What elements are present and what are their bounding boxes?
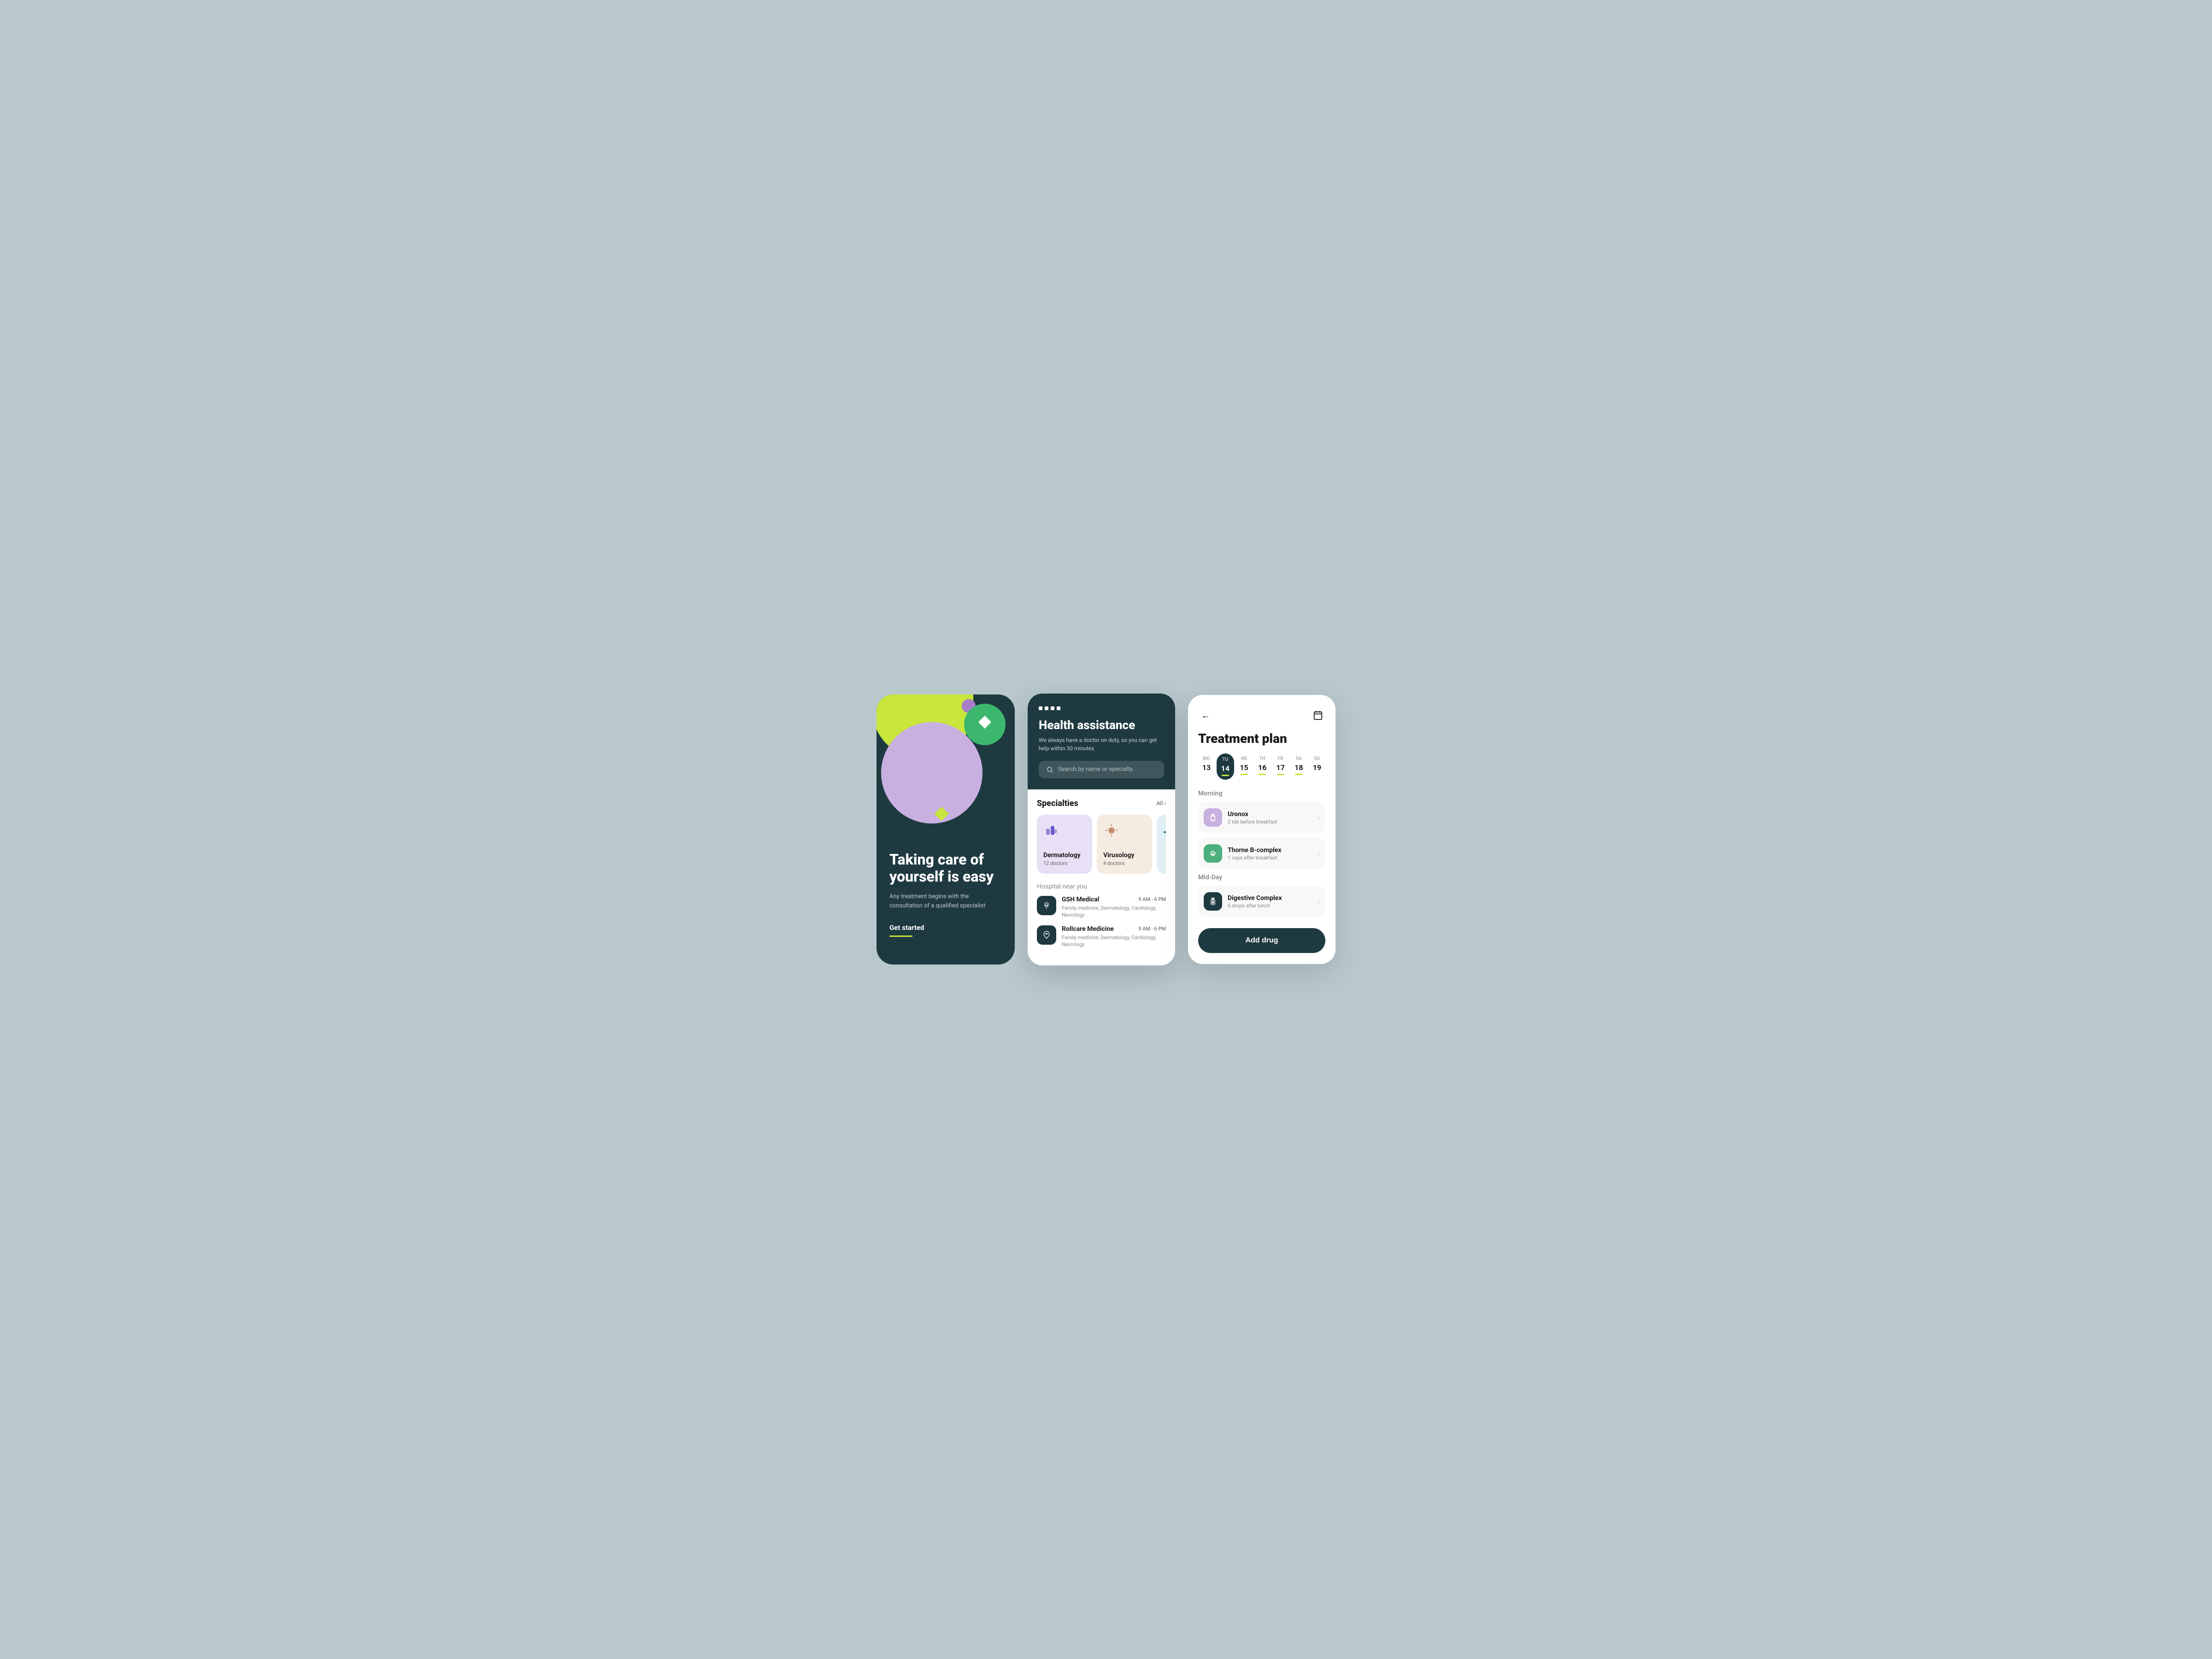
get-started-label: Get started [889, 924, 924, 932]
day-su-dot [1313, 774, 1321, 775]
digestive-name: Digestive Complex [1228, 894, 1312, 902]
gsh-hours: 9 AM - 6 PM [1138, 896, 1166, 902]
specialty-card-dermatology[interactable]: Dermatology 12 doctors [1037, 815, 1092, 874]
rollcare-name: Rollcare Medicine [1062, 925, 1114, 933]
specialty-card-partial[interactable]: ✚ [1157, 815, 1166, 874]
day-tu[interactable]: TU 14 [1217, 753, 1234, 780]
day-tu-dot [1222, 775, 1229, 776]
drug-card-thorne[interactable]: Thorne B-complex 1 caps after breakfast … [1198, 838, 1325, 869]
day-mo-dot [1203, 774, 1210, 775]
specialties-header: Specialties All › [1037, 799, 1166, 808]
dermatology-icon [1043, 822, 1060, 839]
specialties-list: Dermatology 12 doctors [1037, 815, 1166, 874]
day-sa[interactable]: SA 18 [1290, 753, 1307, 780]
gsh-name: GSH Medical [1062, 896, 1099, 903]
dot-1 [1039, 706, 1042, 710]
screen-treatment-plan: ← Treatment plan MO 13 TU 14 [1188, 695, 1335, 964]
virusology-icon [1103, 822, 1120, 839]
digestive-icon [1204, 892, 1222, 911]
dot-3 [1051, 706, 1054, 710]
thorne-chevron-icon: › [1318, 849, 1320, 858]
dot-2 [1045, 706, 1048, 710]
search-input: Search by name or specialty... [1058, 766, 1137, 773]
week-calendar: MO 13 TU 14 WE 15 TH 16 FR 17 [1198, 753, 1325, 780]
search-icon [1046, 766, 1053, 773]
screen-health-assistance: Health assistance We always have a docto… [1028, 694, 1175, 966]
back-button[interactable]: ← [1198, 708, 1213, 723]
digestive-info: Digestive Complex 6 drops after lunch [1228, 894, 1312, 909]
drug-card-digestive[interactable]: Digestive Complex 6 drops after lunch › [1198, 886, 1325, 917]
get-started-button[interactable]: Get started [889, 923, 1002, 937]
day-fr-dot [1277, 774, 1284, 775]
gsh-tags: Family medicine, Dermatology, Cardiology… [1062, 905, 1166, 919]
dermatology-name: Dermatology [1043, 852, 1086, 859]
rollcare-hospital-info: Rollcare Medicine 9 AM - 6 PM Family med… [1062, 925, 1166, 948]
morning-section-label: Morning [1198, 790, 1325, 797]
day-th-dot [1259, 774, 1266, 775]
thorne-info: Thorne B-complex 1 caps after breakfast [1228, 847, 1312, 861]
get-started-underline [889, 935, 912, 937]
app-dots-icon [1039, 706, 1164, 710]
gsh-name-row: GSH Medical 9 AM - 6 PM [1062, 896, 1166, 903]
rollcare-hours: 9 AM - 6 PM [1138, 926, 1166, 932]
thorne-dose: 1 caps after breakfast [1228, 855, 1312, 861]
calendar-icon-button[interactable] [1311, 708, 1325, 723]
purple-circle-shape [881, 722, 982, 824]
day-su[interactable]: SU 19 [1309, 753, 1325, 780]
digestive-chevron-icon: › [1318, 897, 1320, 906]
rollcare-hospital-icon [1037, 925, 1056, 945]
uronox-icon [1204, 808, 1222, 827]
health-assistance-subtitle: We always have a doctor on duty, so you … [1039, 736, 1164, 753]
thorne-icon [1204, 844, 1222, 863]
dermatology-count: 12 doctors [1043, 860, 1086, 866]
screen-onboarding: Taking care of yourself is easy Any trea… [877, 694, 1015, 965]
gsh-hospital-info: GSH Medical 9 AM - 6 PM Family medicine,… [1062, 896, 1166, 919]
uronox-chevron-icon: › [1318, 813, 1320, 822]
onboarding-title: Taking care of yourself is easy [889, 851, 1002, 885]
rollcare-name-row: Rollcare Medicine 9 AM - 6 PM [1062, 925, 1166, 933]
onboarding-subtitle: Any treatment begins with the consultati… [889, 892, 1002, 910]
treatment-plan-header: ← [1198, 708, 1325, 723]
onboarding-graphics [877, 694, 1015, 842]
day-we[interactable]: WE 15 [1236, 753, 1253, 780]
day-th[interactable]: TH 16 [1254, 753, 1271, 780]
dot-4 [1057, 706, 1060, 710]
uronox-dose: 2 tab before breakfast [1228, 819, 1312, 825]
add-drug-button[interactable]: Add drug [1198, 928, 1325, 953]
treatment-plan-title: Treatment plan [1198, 731, 1325, 746]
day-fr[interactable]: FR 17 [1272, 753, 1289, 780]
search-bar[interactable]: Search by name or specialty... [1039, 761, 1164, 778]
thorne-name: Thorne B-complex [1228, 847, 1312, 854]
digestive-dose: 6 drops after lunch [1228, 903, 1312, 909]
screens-container: Taking care of yourself is easy Any trea… [830, 694, 1382, 966]
rollcare-tags: Family medicine, Dermatology, Cardiology… [1062, 934, 1166, 948]
virusology-count: 4 doctors [1103, 860, 1146, 866]
virusology-name: Virusology [1103, 852, 1146, 859]
hospital-item-rollcare[interactable]: Rollcare Medicine 9 AM - 6 PM Family med… [1037, 925, 1166, 948]
health-assistance-header: Health assistance We always have a docto… [1028, 694, 1175, 789]
see-all-button[interactable]: All › [1157, 800, 1166, 806]
hospitals-section-title: Hospital near you [1037, 883, 1166, 890]
midday-section-label: Mid-Day [1198, 874, 1325, 881]
partial-icon: ✚ [1163, 827, 1166, 838]
onboarding-content: Taking care of yourself is easy Any trea… [877, 842, 1015, 947]
uronox-name: Uronox [1228, 811, 1312, 818]
health-assistance-title: Health assistance [1039, 718, 1164, 732]
day-sa-dot [1295, 774, 1302, 775]
day-we-dot [1241, 774, 1248, 775]
specialty-card-virusology[interactable]: Virusology 4 doctors [1097, 815, 1152, 874]
day-mo[interactable]: MO 13 [1198, 753, 1215, 780]
specialties-title: Specialties [1037, 799, 1078, 808]
health-assistance-content: Specialties All › Dermatolo [1028, 789, 1175, 966]
drug-card-uronox[interactable]: Uronox 2 tab before breakfast › [1198, 802, 1325, 833]
hospital-item-gsh[interactable]: GSH Medical 9 AM - 6 PM Family medicine,… [1037, 896, 1166, 919]
uronox-info: Uronox 2 tab before breakfast [1228, 811, 1312, 825]
gsh-hospital-icon [1037, 896, 1056, 915]
